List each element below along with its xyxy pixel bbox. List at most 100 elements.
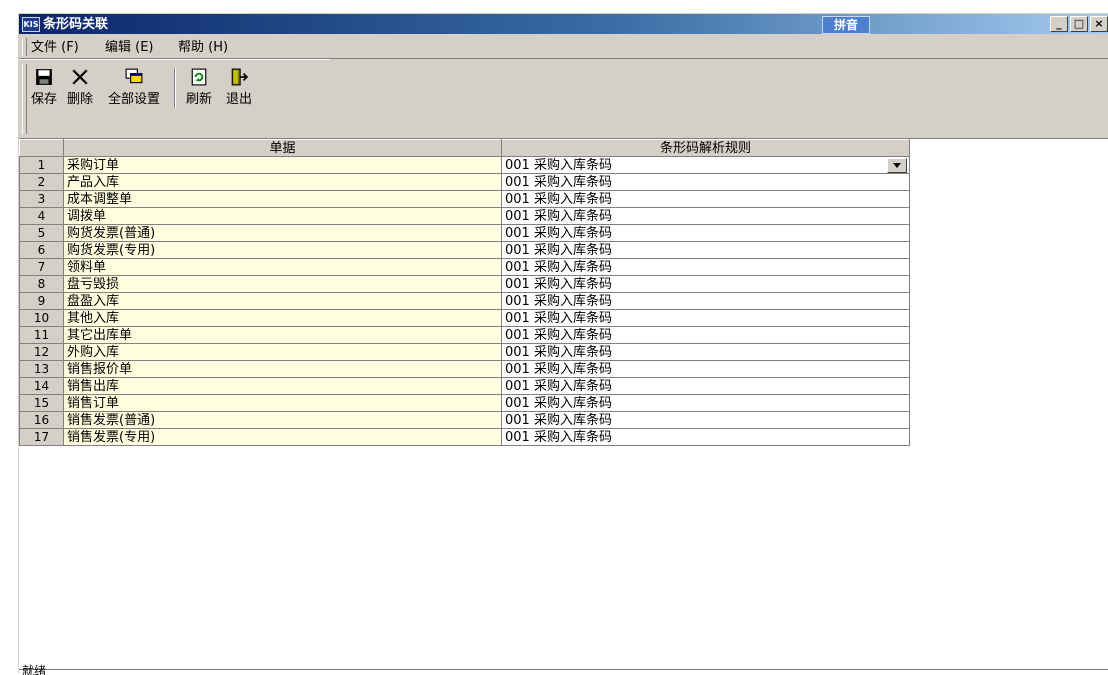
row-number[interactable]: 12 bbox=[19, 343, 64, 361]
document-cell[interactable]: 调拨单 bbox=[63, 207, 502, 225]
table-row[interactable]: 1 采购订单 001 采购入库条码 bbox=[19, 156, 910, 174]
corner-cell[interactable] bbox=[19, 139, 64, 157]
barcode-rule-cell[interactable]: 001 采购入库条码 bbox=[501, 377, 910, 395]
table-row[interactable]: 4 调拨单 001 采购入库条码 bbox=[19, 207, 910, 225]
row-number[interactable]: 11 bbox=[19, 326, 64, 344]
table-row[interactable]: 10 其他入库 001 采购入库条码 bbox=[19, 309, 910, 327]
table-row[interactable]: 8 盘亏毁损 001 采购入库条码 bbox=[19, 275, 910, 293]
row-number[interactable]: 6 bbox=[19, 241, 64, 259]
column-header-document[interactable]: 单据 bbox=[63, 139, 502, 157]
document-cell[interactable]: 外购入库 bbox=[63, 343, 502, 361]
ime-badge[interactable]: 拼音 bbox=[822, 16, 870, 34]
document-cell[interactable]: 采购订单 bbox=[63, 156, 502, 174]
document-cell[interactable]: 产品入库 bbox=[63, 173, 502, 191]
barcode-rule-cell[interactable]: 001 采购入库条码 bbox=[501, 428, 910, 446]
row-number[interactable]: 2 bbox=[19, 173, 64, 191]
barcode-rule-cell[interactable]: 001 采购入库条码 bbox=[501, 275, 910, 293]
document-cell[interactable]: 盘盈入库 bbox=[63, 292, 502, 310]
table-row[interactable]: 16 销售发票(普通) 001 采购入库条码 bbox=[19, 411, 910, 429]
row-number[interactable]: 4 bbox=[19, 207, 64, 225]
document-cell[interactable]: 购货发票(专用) bbox=[63, 241, 502, 259]
document-cell[interactable]: 销售订单 bbox=[63, 394, 502, 412]
barcode-rule-value: 001 采购入库条码 bbox=[505, 191, 612, 207]
maximize-button[interactable]: □ bbox=[1070, 16, 1088, 32]
barcode-rule-cell[interactable]: 001 采购入库条码 bbox=[501, 411, 910, 429]
grid-body: 1 采购订单 001 采购入库条码 2 产品入库 001 采购入库条码 3 成本调整单 001 … bbox=[19, 156, 910, 446]
barcode-rule-value: 001 采购入库条码 bbox=[505, 412, 612, 428]
row-number[interactable]: 16 bbox=[19, 411, 64, 429]
table-row[interactable]: 2 产品入库 001 采购入库条码 bbox=[19, 173, 910, 191]
table-row[interactable]: 9 盘盈入库 001 采购入库条码 bbox=[19, 292, 910, 310]
menu-edit[interactable]: 编辑 (E) bbox=[105, 40, 154, 56]
row-number[interactable]: 15 bbox=[19, 394, 64, 412]
table-row[interactable]: 17 销售发票(专用) 001 采购入库条码 bbox=[19, 428, 910, 446]
save-button[interactable]: 保存 bbox=[27, 66, 61, 112]
row-number[interactable]: 3 bbox=[19, 190, 64, 208]
table-row[interactable]: 6 购货发票(专用) 001 采购入库条码 bbox=[19, 241, 910, 259]
barcode-rule-cell[interactable]: 001 采购入库条码 bbox=[501, 309, 910, 327]
document-cell[interactable]: 盘亏毁损 bbox=[63, 275, 502, 293]
set-all-button[interactable]: 全部设置 bbox=[99, 66, 169, 112]
table-row[interactable]: 7 领料单 001 采购入库条码 bbox=[19, 258, 910, 276]
barcode-rule-value: 001 采购入库条码 bbox=[505, 242, 612, 258]
barcode-rule-cell[interactable]: 001 采购入库条码 bbox=[501, 360, 910, 378]
table-row[interactable]: 3 成本调整单 001 采购入库条码 bbox=[19, 190, 910, 208]
document-cell[interactable]: 销售报价单 bbox=[63, 360, 502, 378]
barcode-rule-cell[interactable]: 001 采购入库条码 bbox=[501, 224, 910, 242]
close-button[interactable]: × bbox=[1090, 16, 1108, 32]
document-cell[interactable]: 领料单 bbox=[63, 258, 502, 276]
row-number[interactable]: 10 bbox=[19, 309, 64, 327]
refresh-icon bbox=[191, 68, 207, 86]
barcode-rule-cell[interactable]: 001 采购入库条码 bbox=[501, 394, 910, 412]
barcode-rule-value: 001 采购入库条码 bbox=[505, 157, 612, 173]
document-cell[interactable]: 购货发票(普通) bbox=[63, 224, 502, 242]
barcode-rule-value: 001 采购入库条码 bbox=[505, 276, 612, 292]
row-number[interactable]: 1 bbox=[19, 156, 64, 174]
menu-grip bbox=[22, 38, 27, 56]
menu-help[interactable]: 帮助 (H) bbox=[178, 40, 228, 56]
table-row[interactable]: 13 销售报价单 001 采购入库条码 bbox=[19, 360, 910, 378]
barcode-rule-cell[interactable]: 001 采购入库条码 bbox=[501, 343, 910, 361]
minimize-button[interactable]: _ bbox=[1050, 16, 1068, 32]
table-row[interactable]: 5 购货发票(普通) 001 采购入库条码 bbox=[19, 224, 910, 242]
document-cell[interactable]: 销售发票(专用) bbox=[63, 428, 502, 446]
toolbar-separator bbox=[174, 68, 176, 108]
document-cell[interactable]: 其他入库 bbox=[63, 309, 502, 327]
table-row[interactable]: 15 销售订单 001 采购入库条码 bbox=[19, 394, 910, 412]
document-cell[interactable]: 其它出库单 bbox=[63, 326, 502, 344]
document-cell[interactable]: 销售发票(普通) bbox=[63, 411, 502, 429]
delete-button[interactable]: 删除 bbox=[63, 66, 97, 112]
title-bar[interactable]: KIS 条形码关联 拼音 _ □ × bbox=[19, 14, 1108, 34]
barcode-rule-cell[interactable]: 001 采购入库条码 bbox=[501, 292, 910, 310]
barcode-rule-cell[interactable]: 001 采购入库条码 bbox=[501, 326, 910, 344]
menu-file[interactable]: 文件 (F) bbox=[31, 40, 79, 56]
dropdown-arrow-icon[interactable] bbox=[887, 158, 907, 173]
barcode-rule-cell[interactable]: 001 采购入库条码 bbox=[501, 258, 910, 276]
document-cell[interactable]: 销售出库 bbox=[63, 377, 502, 395]
grid-header-row: 单据 条形码解析规则 bbox=[19, 139, 910, 157]
table-row[interactable]: 14 销售出库 001 采购入库条码 bbox=[19, 377, 910, 395]
window-title: 条形码关联 bbox=[43, 17, 109, 32]
row-number[interactable]: 17 bbox=[19, 428, 64, 446]
table-row[interactable]: 11 其它出库单 001 采购入库条码 bbox=[19, 326, 910, 344]
document-cell[interactable]: 成本调整单 bbox=[63, 190, 502, 208]
barcode-rule-value: 001 采购入库条码 bbox=[505, 259, 612, 275]
row-number[interactable]: 14 bbox=[19, 377, 64, 395]
barcode-rule-cell[interactable]: 001 采购入库条码 bbox=[501, 190, 910, 208]
app-icon: KIS bbox=[22, 17, 40, 32]
barcode-rule-cell[interactable]: 001 采购入库条码 bbox=[501, 173, 910, 191]
row-number[interactable]: 7 bbox=[19, 258, 64, 276]
row-number[interactable]: 13 bbox=[19, 360, 64, 378]
barcode-rule-cell[interactable]: 001 采购入库条码 bbox=[501, 156, 910, 174]
barcode-rule-cell[interactable]: 001 采购入库条码 bbox=[501, 241, 910, 259]
row-number[interactable]: 5 bbox=[19, 224, 64, 242]
barcode-rule-cell[interactable]: 001 采购入库条码 bbox=[501, 207, 910, 225]
barcode-rule-value: 001 采购入库条码 bbox=[505, 327, 612, 343]
row-number[interactable]: 8 bbox=[19, 275, 64, 293]
exit-button[interactable]: 退出 bbox=[221, 66, 257, 112]
app-window: KIS 条形码关联 拼音 _ □ × 文件 (F) 编辑 (E) 帮助 (H) … bbox=[17, 12, 1108, 675]
column-header-barcode-rule[interactable]: 条形码解析规则 bbox=[501, 139, 910, 157]
table-row[interactable]: 12 外购入库 001 采购入库条码 bbox=[19, 343, 910, 361]
refresh-button[interactable]: 刷新 bbox=[181, 66, 217, 112]
row-number[interactable]: 9 bbox=[19, 292, 64, 310]
